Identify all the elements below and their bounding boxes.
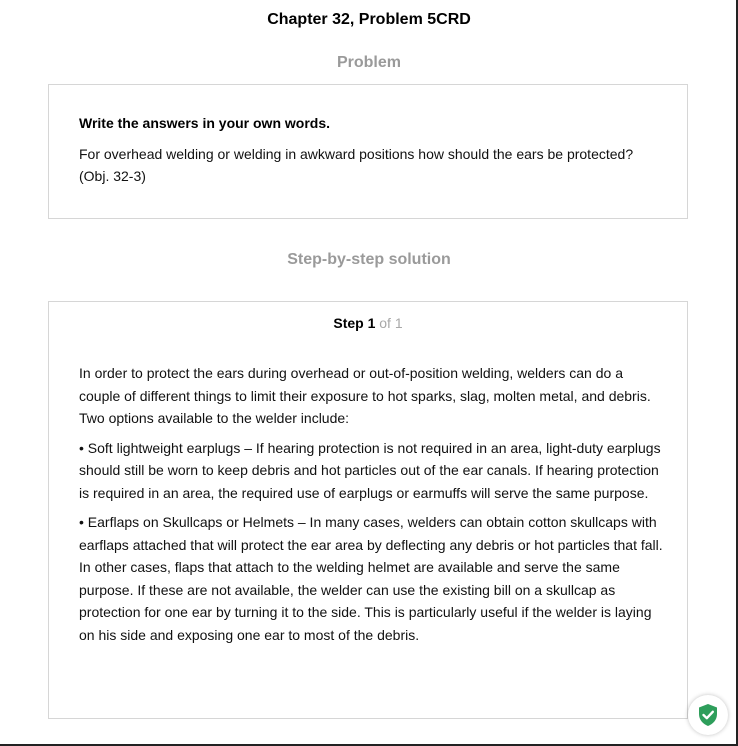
step-total: of 1 [375, 315, 403, 331]
step-header: Step 1 of 1 [49, 315, 687, 331]
problem-card: Write the answers in your own words. For… [48, 84, 688, 219]
solution-section-label: Step-by-step solution [287, 251, 451, 268]
problem-section-label: Problem [336, 54, 401, 71]
solution-body: In order to protect the ears during over… [79, 362, 664, 653]
solution-paragraph: • Soft lightweight earplugs – If hearing… [79, 439, 661, 501]
step-number: Step 1 [333, 315, 376, 331]
shield-check-icon [699, 704, 717, 726]
solution-paragraph: • Earflaps on Skullcaps or Helmets – In … [79, 514, 663, 643]
problem-heading: Write the answers in your own words. [79, 115, 331, 131]
security-widget-button[interactable] [688, 695, 728, 735]
page-title: Chapter 32, Problem 5CRD [267, 11, 471, 28]
problem-text: For overhead welding or welding in awkwa… [79, 146, 634, 184]
solution-paragraph: In order to protect the ears during over… [79, 365, 651, 426]
solution-card: Step 1 of 1 In order to protect the ears… [48, 301, 688, 719]
